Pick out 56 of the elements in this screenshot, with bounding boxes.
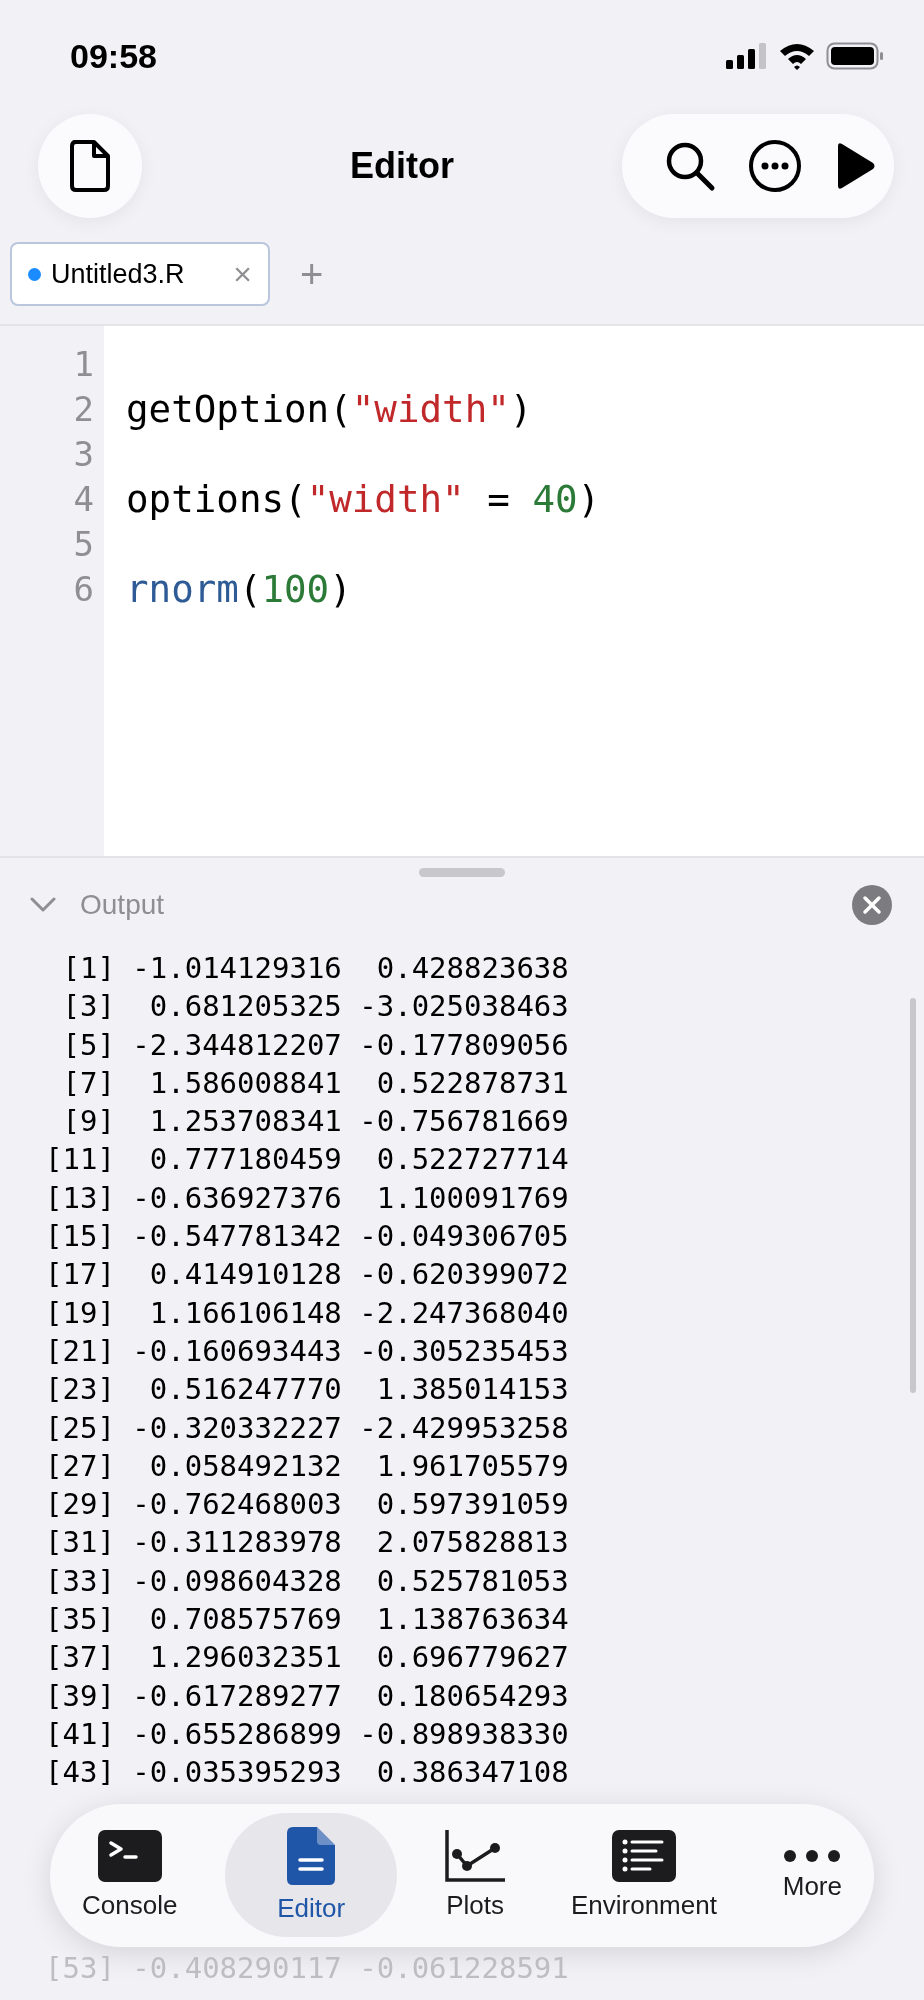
resize-handle[interactable] — [419, 868, 505, 877]
tab-bar-item[interactable]: Plots — [427, 1813, 524, 1938]
tab-bar-item[interactable]: Environment — [552, 1813, 735, 1938]
line-number: 4 — [72, 478, 95, 521]
line-number: 2 — [72, 388, 95, 431]
tab-bar-item[interactable]: Editor — [225, 1813, 398, 1938]
output-line: [21] -0.160693443 -0.305235453 — [44, 1332, 570, 1370]
output-line: [31] -0.311283978 2.075828813 — [44, 1524, 570, 1562]
output-line: [25] -0.320332227 -2.429953258 — [44, 1409, 570, 1447]
chevron-icon[interactable] — [30, 897, 56, 913]
output-line: [27] 0.058492132 1.961705579 — [44, 1447, 570, 1485]
output-line: [13] -0.636927376 1.100091769 — [44, 1179, 570, 1217]
output-line: [15] -0.547781342 -0.049306705 — [44, 1218, 570, 1256]
output-line: [7] 1.586008841 0.522878731 — [61, 1064, 570, 1102]
output-line: [43] -0.035395293 0.386347108 — [44, 1754, 570, 1792]
output-line: [11] 0.777180459 0.522727714 — [44, 1141, 570, 1179]
code-line: rnorm(100) — [126, 567, 352, 611]
output-line: [33] -0.098604328 0.525781053 — [44, 1562, 570, 1600]
output-line: [5] -2.344812207 -0.177809056 — [61, 1026, 570, 1064]
code-line: getOption("width") — [126, 387, 533, 431]
output-line: [3] 0.681205325 -3.025038463 — [61, 988, 570, 1026]
screen-title: Editor — [350, 145, 454, 187]
code-line: options("width" = 40) — [126, 477, 601, 521]
output-line: [23] 0.516247770 1.385014153 — [44, 1371, 570, 1409]
battery-icon — [826, 42, 884, 70]
signal-icon — [726, 43, 768, 69]
tab-bar-item[interactable]: More — [764, 1813, 860, 1938]
output-line: [29] -0.762468003 0.597391059 — [44, 1486, 570, 1524]
line-chart-icon — [445, 1829, 506, 1882]
output-line: [35] 0.708575769 1.138763634 — [44, 1601, 570, 1639]
document-icon — [287, 1826, 336, 1885]
terminal-icon — [97, 1829, 162, 1882]
tab-bar-item[interactable]: Console — [64, 1813, 196, 1938]
output-line: [19] 1.166106148 -2.247368040 — [44, 1294, 570, 1332]
output-line: [9] 1.253708341 -0.756781669 — [61, 1103, 570, 1141]
output-line: [41] -0.655286899 -0.898938330 — [44, 1715, 570, 1753]
file-tab[interactable]: Untitled3.R × — [10, 242, 270, 306]
output-line: [17] 0.414910128 -0.620399072 — [44, 1256, 570, 1294]
output-line: [1] -1.014129316 0.428823638 — [61, 950, 570, 987]
line-number: 6 — [72, 568, 95, 611]
scrollbar[interactable] — [910, 998, 916, 1393]
output-title: Output — [80, 889, 165, 921]
document-icon — [68, 139, 112, 193]
close-icon[interactable] — [852, 885, 892, 925]
list-icon — [611, 1829, 676, 1882]
wifi-icon — [778, 42, 816, 70]
search-icon[interactable] — [664, 140, 716, 192]
line-number: 1 — [72, 343, 95, 386]
line-number: 5 — [72, 523, 95, 566]
line-number: 3 — [72, 433, 95, 476]
more-options-icon[interactable] — [748, 139, 802, 193]
output-line: [37] 1.296032351 0.696779627 — [44, 1639, 570, 1677]
output-line: [39] -0.617289277 0.180654293 — [44, 1677, 570, 1715]
tab-label: Untitled3.R — [51, 258, 185, 290]
status-time: 09:58 — [70, 36, 157, 76]
more-icon — [783, 1848, 842, 1863]
